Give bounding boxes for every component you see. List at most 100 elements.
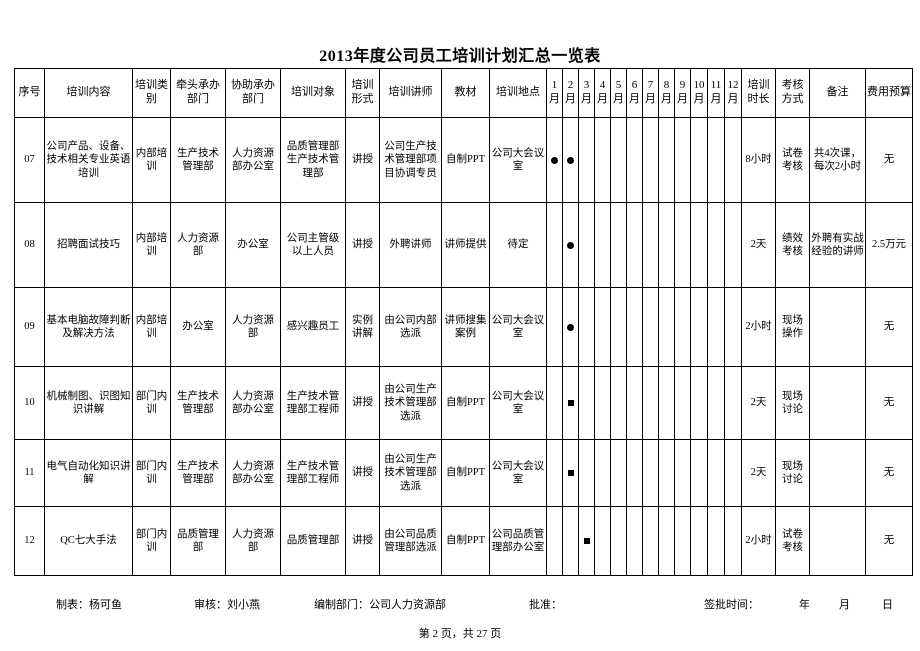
cell-audience: 品质管理部 xyxy=(280,506,346,576)
cell-budget: 无 xyxy=(865,287,913,367)
table-row: 12 QC七大手法 部门内训 品质管理部 人力资源部 品质管理部 讲授 由公司品质管理部选派自… xyxy=(14,506,913,576)
cell-material: 自制PPT xyxy=(441,506,490,576)
cell-category: 内部培训 xyxy=(132,287,171,367)
cell-content: 公司产品、设备、技术相关专业英语培训 xyxy=(44,117,133,203)
cell-month-8 xyxy=(658,366,675,440)
footer-approval: 批准： xyxy=(529,599,562,611)
footer-reviewer: 审核：刘小燕 xyxy=(194,599,260,611)
cell-remark: 外聘有实战经验的讲师 xyxy=(809,202,866,288)
cell-month-11 xyxy=(707,506,725,576)
cell-month-1 xyxy=(546,117,563,203)
cell-material: 讲师提供 xyxy=(441,202,490,288)
cell-month-12 xyxy=(724,506,742,576)
cell-assessment: 试卷考核 xyxy=(775,506,810,576)
cell-month-9 xyxy=(674,439,691,507)
cell-month-4 xyxy=(594,506,611,576)
cell-form: 讲授 xyxy=(345,506,380,576)
cell-seq: 11 xyxy=(14,439,45,507)
cell-trainer: 由公司品质管理部选派 xyxy=(379,506,442,576)
cell-month-7 xyxy=(642,366,659,440)
footer-month-label: 月 xyxy=(839,599,850,611)
cell-month-10 xyxy=(690,117,708,203)
cell-month-3 xyxy=(578,202,595,288)
cell-month-4 xyxy=(594,366,611,440)
cell-month-6 xyxy=(626,439,643,507)
header-audience: 培训对象 xyxy=(280,68,346,118)
cell-month-12 xyxy=(724,287,742,367)
cell-material: 讲师搜集案例 xyxy=(441,287,490,367)
cell-category: 内部培训 xyxy=(132,117,171,203)
header-month-1: 1月 xyxy=(546,68,563,118)
cell-month-4 xyxy=(594,439,611,507)
header-duration: 培训时长 xyxy=(741,68,776,118)
cell-month-4 xyxy=(594,202,611,288)
cell-assist-dept: 人力资源部 xyxy=(225,287,281,367)
cell-month-8 xyxy=(658,506,675,576)
cell-assist-dept: 人力资源部办公室 xyxy=(225,117,281,203)
header-assist-dept: 协助承办部门 xyxy=(225,68,281,118)
cell-month-2 xyxy=(562,287,579,367)
cell-budget: 无 xyxy=(865,366,913,440)
header-month-10: 10月 xyxy=(690,68,708,118)
cell-month-1 xyxy=(546,439,563,507)
cell-remark xyxy=(809,439,866,507)
table-row: 07 公司产品、设备、技术相关专业英语培训 内部培训 生产技术管理部 人力资源部办公室品… xyxy=(14,117,913,203)
cell-remark: 共4次课，每次2小时 xyxy=(809,117,866,203)
cell-month-4 xyxy=(594,117,611,203)
cell-place: 待定 xyxy=(489,202,547,288)
header-month-9: 9月 xyxy=(674,68,691,118)
cell-seq: 09 xyxy=(14,287,45,367)
cell-category: 部门内训 xyxy=(132,366,171,440)
cell-lead-dept: 生产技术管理部 xyxy=(170,439,226,507)
cell-lead-dept: 生产技术管理部 xyxy=(170,117,226,203)
cell-form: 讲授 xyxy=(345,439,380,507)
cell-place: 公司大会议室 xyxy=(489,287,547,367)
header-place: 培训地点 xyxy=(489,68,547,118)
cell-assessment: 试卷考核 xyxy=(775,117,810,203)
schedule-dot-marker xyxy=(567,323,574,331)
cell-audience: 公司主管级以上人员 xyxy=(280,202,346,288)
cell-month-1 xyxy=(546,202,563,288)
schedule-dot-marker xyxy=(551,156,558,164)
cell-place: 公司大会议室 xyxy=(489,439,547,507)
cell-month-1 xyxy=(546,366,563,440)
cell-month-12 xyxy=(724,366,742,440)
cell-month-6 xyxy=(626,506,643,576)
cell-month-6 xyxy=(626,366,643,440)
cell-budget: 2.5万元 xyxy=(865,202,913,288)
cell-form: 讲授 xyxy=(345,117,380,203)
header-seq: 序号 xyxy=(14,68,45,118)
cell-lead-dept: 人力资源部 xyxy=(170,202,226,288)
cell-duration: 2小时 xyxy=(741,506,776,576)
header-content: 培训内容 xyxy=(44,68,133,118)
cell-seq: 08 xyxy=(14,202,45,288)
cell-month-3 xyxy=(578,439,595,507)
cell-audience: 感兴趣员工 xyxy=(280,287,346,367)
cell-category: 部门内训 xyxy=(132,506,171,576)
cell-trainer: 由公司内部选派 xyxy=(379,287,442,367)
cell-month-8 xyxy=(658,117,675,203)
cell-seq: 10 xyxy=(14,366,45,440)
header-assessment: 考核方式 xyxy=(775,68,810,118)
cell-month-7 xyxy=(642,202,659,288)
cell-month-10 xyxy=(690,439,708,507)
cell-material: 自制PPT xyxy=(441,366,490,440)
table-row: 11 电气自动化知识讲解 部门内训 生产技术管理部 人力资源部办公室 生产技术管理部工程师… xyxy=(14,439,913,507)
cell-month-3 xyxy=(578,117,595,203)
footer-year-label: 年 xyxy=(799,599,810,611)
cell-remark xyxy=(809,287,866,367)
cell-month-6 xyxy=(626,202,643,288)
footer-maker: 制表：杨可鱼 xyxy=(56,599,122,611)
cell-assessment: 现场讨论 xyxy=(775,366,810,440)
cell-month-2 xyxy=(562,366,579,440)
cell-month-10 xyxy=(690,506,708,576)
cell-assessment: 现场操作 xyxy=(775,287,810,367)
footer-sign-time: 签批时间： xyxy=(704,599,759,611)
cell-audience: 生产技术管理部工程师 xyxy=(280,366,346,440)
cell-remark xyxy=(809,366,866,440)
cell-month-4 xyxy=(594,287,611,367)
page-number: 第 2 页，共 27 页 xyxy=(418,628,502,640)
header-month-8: 8月 xyxy=(658,68,675,118)
cell-form: 实例讲解 xyxy=(345,287,380,367)
cell-month-7 xyxy=(642,506,659,576)
